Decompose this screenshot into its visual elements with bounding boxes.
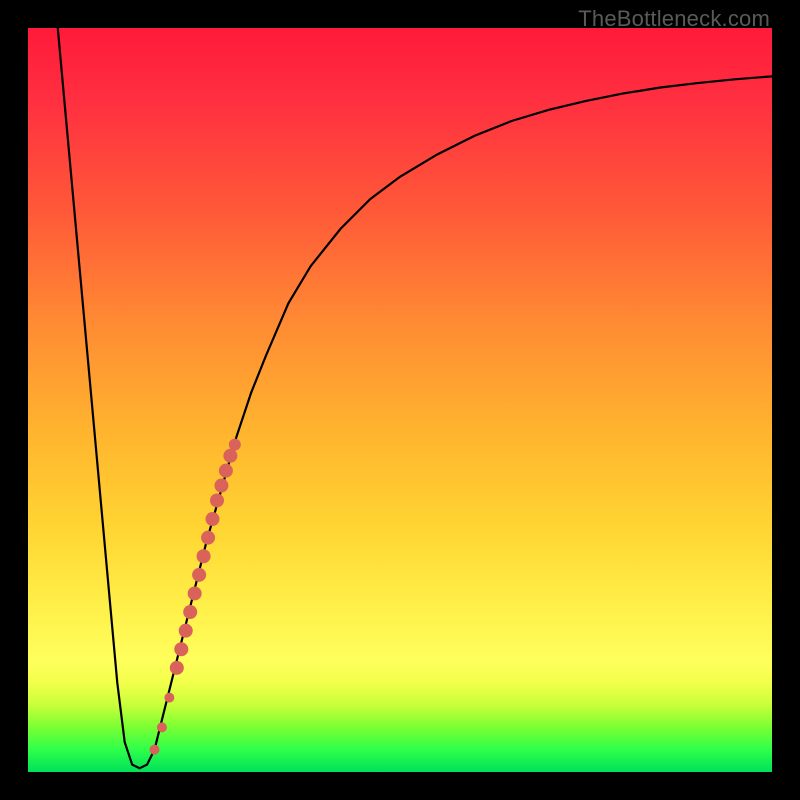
marker-dot <box>164 693 174 703</box>
marker-dot <box>192 568 206 582</box>
chart-frame: TheBottleneck.com <box>0 0 800 800</box>
marker-dot <box>210 493 224 507</box>
highlight-markers <box>149 439 240 755</box>
marker-dot <box>229 439 241 451</box>
marker-dot <box>179 624 193 638</box>
marker-dot <box>174 642 188 656</box>
marker-dot <box>157 722 167 732</box>
bottleneck-curve <box>58 28 772 768</box>
marker-dot <box>197 549 211 563</box>
curve-layer <box>28 28 772 772</box>
marker-dot <box>188 586 202 600</box>
marker-dot <box>206 512 220 526</box>
marker-dot <box>149 745 159 755</box>
marker-dot <box>214 479 228 493</box>
marker-dot <box>183 605 197 619</box>
marker-dot <box>219 464 233 478</box>
marker-dot <box>201 531 215 545</box>
marker-dot <box>223 449 237 463</box>
plot-area <box>28 28 772 772</box>
marker-dot <box>170 661 184 675</box>
